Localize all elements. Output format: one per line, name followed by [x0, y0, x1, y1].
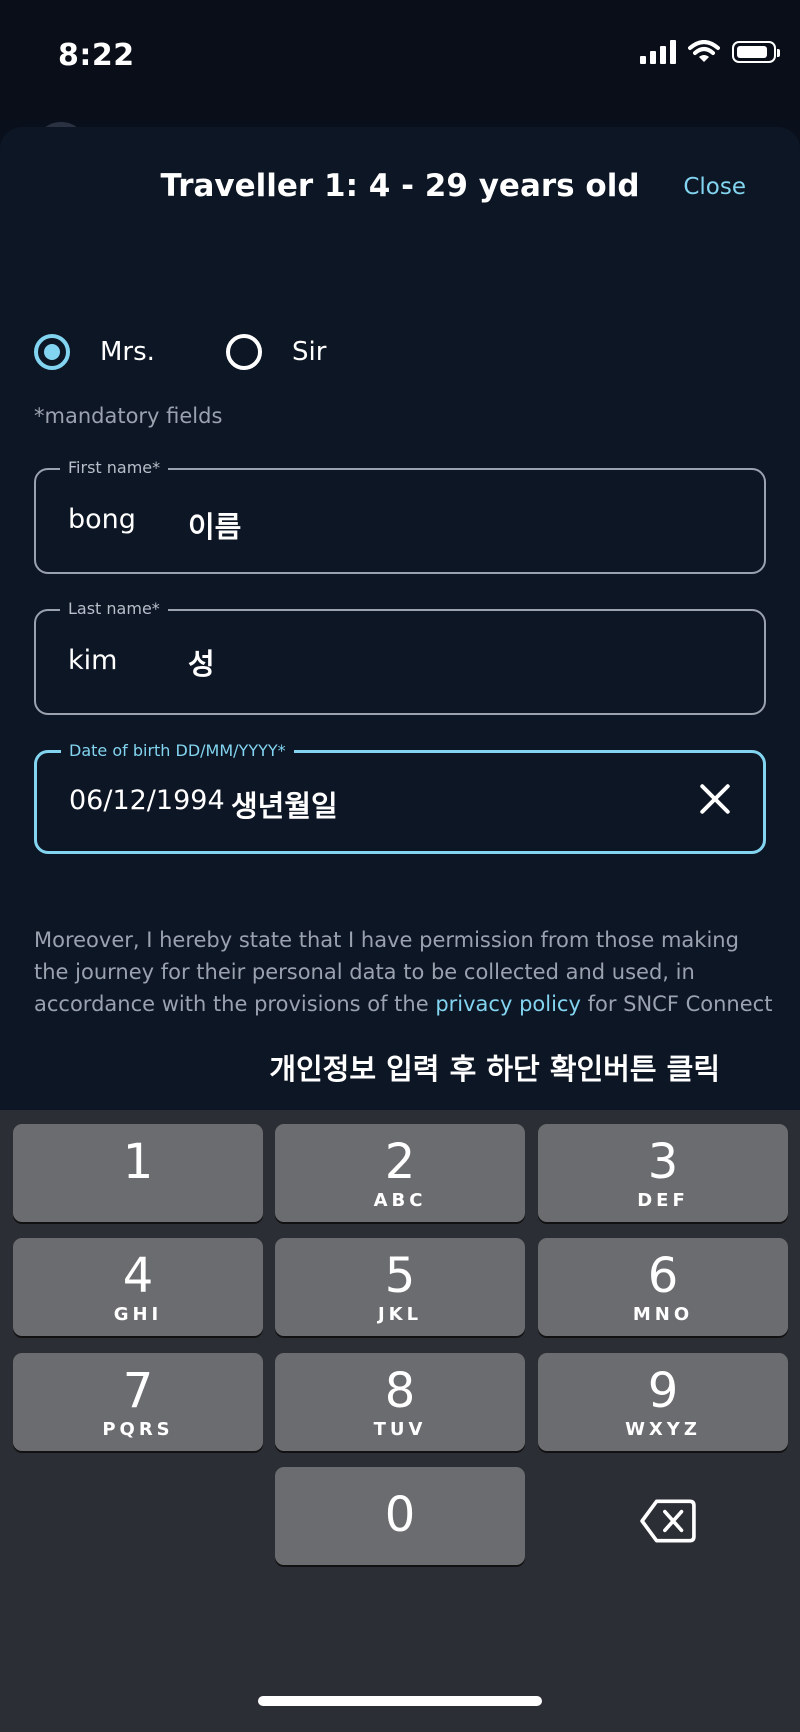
- status-icons: [640, 40, 780, 64]
- key-9[interactable]: 9 WXYZ: [538, 1353, 788, 1451]
- first-name-label: First name*: [60, 458, 169, 477]
- key-digit: 1: [122, 1134, 154, 1190]
- key-digit: 4: [122, 1248, 154, 1304]
- key-letters: WXYZ: [625, 1419, 701, 1440]
- status-bar: 8:22: [0, 0, 800, 120]
- mandatory-note: *mandatory fields: [34, 404, 223, 428]
- key-letters: TUV: [373, 1419, 427, 1440]
- key-digit: 7: [122, 1363, 154, 1419]
- radio-checked-icon: [34, 334, 70, 370]
- key-letters: PQRS: [102, 1419, 174, 1440]
- consent-text: Moreover, I hereby state that I have per…: [34, 924, 774, 1020]
- radio-label-mrs: Mrs.: [100, 337, 155, 367]
- clear-x-icon[interactable]: [697, 781, 733, 817]
- key-letters: ABC: [373, 1190, 427, 1211]
- key-4[interactable]: 4 GHI: [13, 1238, 263, 1336]
- radio-option-mrs[interactable]: Mrs.: [34, 334, 155, 370]
- key-6[interactable]: 6 MNO: [538, 1238, 788, 1336]
- key-letters: DEF: [637, 1190, 689, 1211]
- key-digit: 9: [647, 1363, 679, 1419]
- battery-icon: [732, 41, 780, 63]
- key-7[interactable]: 7 PQRS: [13, 1353, 263, 1451]
- close-button[interactable]: Close: [683, 174, 746, 200]
- key-0[interactable]: 0: [275, 1467, 525, 1565]
- radio-unchecked-icon: [226, 334, 262, 370]
- key-digit: 2: [384, 1134, 416, 1190]
- last-name-label: Last name*: [60, 599, 168, 618]
- key-5[interactable]: 5 JKL: [275, 1238, 525, 1336]
- sheet-title: Traveller 1: 4 - 29 years old: [160, 168, 640, 204]
- instruction-annotation: 개인정보 입력 후 하단 확인버튼 클릭: [269, 1052, 720, 1086]
- radio-option-sir[interactable]: Sir: [226, 334, 326, 370]
- last-name-field[interactable]: Last name* kim 성: [34, 599, 766, 715]
- privacy-policy-link[interactable]: privacy policy: [435, 992, 581, 1016]
- key-digit: 8: [384, 1363, 416, 1419]
- first-name-field[interactable]: First name* bong 이름: [34, 458, 766, 574]
- wifi-icon: [688, 40, 720, 62]
- date-of-birth-value: 06/12/1994: [69, 785, 225, 816]
- cellular-signal-icon: [640, 40, 676, 64]
- date-of-birth-field[interactable]: Date of birth DD/MM/YYYY* 06/12/1994 생년월…: [34, 741, 766, 854]
- key-1[interactable]: 1: [13, 1124, 263, 1222]
- radio-label-sir: Sir: [292, 337, 327, 367]
- status-time: 8:22: [58, 38, 135, 73]
- backspace-icon[interactable]: [640, 1493, 696, 1549]
- first-name-value: bong: [68, 504, 136, 535]
- key-2[interactable]: 2 ABC: [275, 1124, 525, 1222]
- consent-text-after: for SNCF Connect: [587, 992, 773, 1016]
- last-name-value: kim: [68, 645, 118, 676]
- date-of-birth-annotation: 생년월일: [231, 789, 338, 823]
- key-3[interactable]: 3 DEF: [538, 1124, 788, 1222]
- key-digit: 5: [384, 1248, 416, 1304]
- key-letters: MNO: [632, 1304, 694, 1325]
- key-letters: JKL: [377, 1304, 423, 1325]
- last-name-annotation: 성: [188, 647, 215, 681]
- key-digit: 0: [384, 1487, 416, 1543]
- key-digit: 3: [647, 1134, 679, 1190]
- date-of-birth-label: Date of birth DD/MM/YYYY*: [61, 741, 294, 760]
- key-8[interactable]: 8 TUV: [275, 1353, 525, 1451]
- key-digit: 6: [647, 1248, 679, 1304]
- key-letters: GHI: [113, 1304, 163, 1325]
- home-indicator: [258, 1696, 542, 1706]
- first-name-annotation: 이름: [188, 510, 242, 544]
